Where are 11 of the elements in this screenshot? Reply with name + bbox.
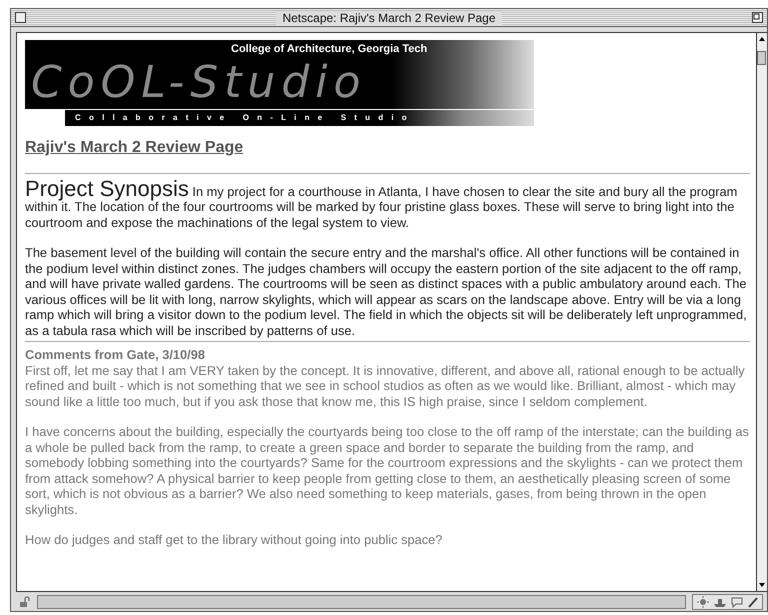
page-title-link[interactable]: Rajiv's March 2 Review Page [25, 140, 244, 156]
comments-heading: Comments from Gate, 3/10/98 [25, 347, 206, 362]
comment-paragraph: First off, let me say that I am VERY taken by the concept. It is innovative, different, and above all, rational enough to be actually refined and built - which is not something that we see in school studios as often as we would like. Brilliant, almost - which may sound like a little too much, but if you ask those that know me, this IS high praise, since I seldom complement. [25, 362, 746, 409]
logo-wordmark: CoOL-Studio [31, 60, 366, 106]
window-title: Netscape: Rajiv's March 2 Review Page [276, 10, 502, 24]
paragraph: Project Synopsis In my project for a courthouse in Atlanta, I have chosen to clear the site and bury all the program within it. The location of the four courtrooms will be marked by four pristine glass boxes. These will serve to bring light into the courtroom and expose the machinations of the legal system to view. [25, 180, 738, 230]
logo-tagline: Collaborative On-Line Studio [65, 109, 534, 126]
institution-name: College of Architecture, Georgia Tech [231, 43, 428, 56]
paragraph: The basement level of the building will contain the secure entry and the marshal's office. All other functions will be contained in the podium level within distinct zones. The judges chambers will occupy the eastern portion of the site adjacent to the off ramp, and will have private walled gardens. The courtrooms will be seen as distinct spaces with a public ambulatory around each. The various offices will be lit with long, narrow skylights, which will appear as scars on the landscape above. Entry will be via a long ramp which will bring a visitor down to the podium level. The field in which the objects sit will be deliberately left unprogrammed, as a tabula rasa which will be inscribed by patterns of use. [25, 245, 748, 338]
comment-paragraph: I have concerns about the building, especially the courtyards being too close to the off ramp of the interstate; can the building as a whole be pulled back from the ramp, to create a green space and border to separate the building from the ramp, and somebody lobbing something into the courtyards? Same for the courtroom expressions and the skylights - can we protect them from attack somehow? A physical barrier to keep people from getting close to them, an aesthetically pleasing screen of some sort, which is not obvious as a barrier? We also need something to keep materials, gases, from being thrown in the open skylights. [25, 424, 750, 517]
comment-paragraph: How do judges and staff get to the library without going into public space? [25, 532, 444, 548]
